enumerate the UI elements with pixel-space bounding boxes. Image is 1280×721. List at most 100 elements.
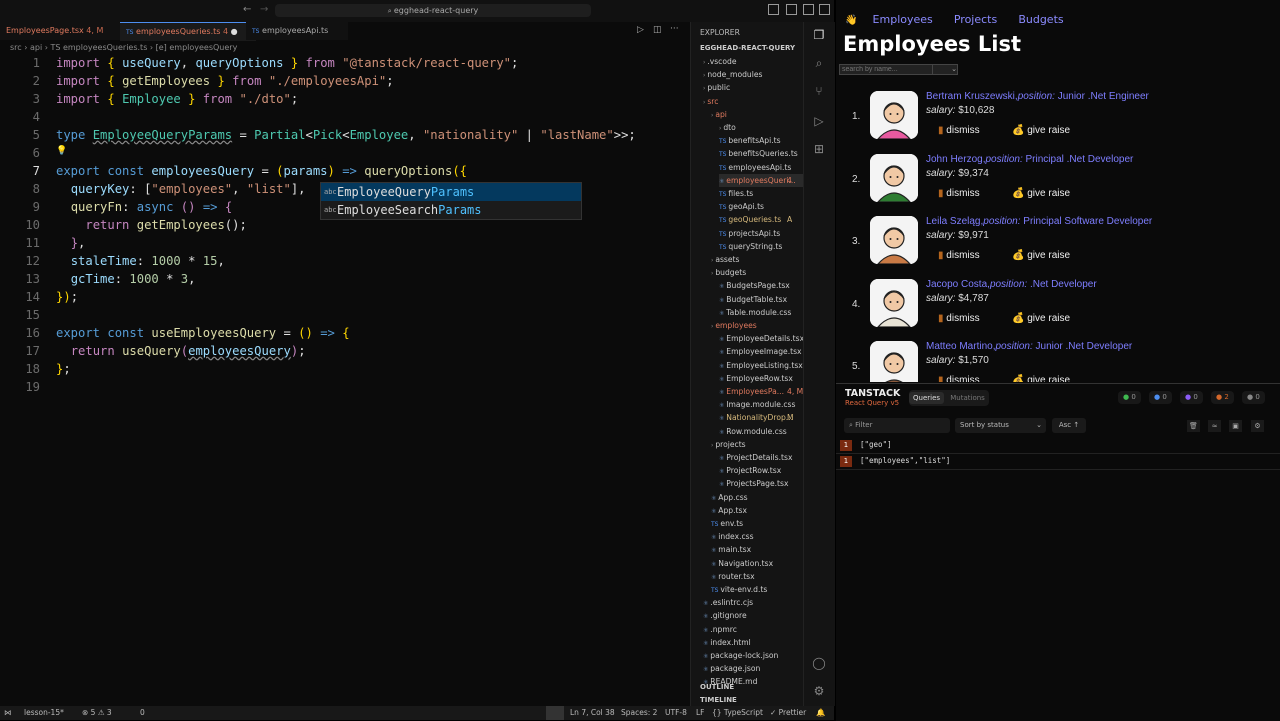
- sort-order-button[interactable]: Asc ↑: [1052, 418, 1086, 433]
- file-budgetspage-tsx[interactable]: ⚛ BudgetsPage.tsx: [719, 279, 790, 292]
- remote-icon[interactable]: ⋈: [4, 706, 12, 720]
- employee-avatar[interactable]: [870, 153, 918, 202]
- wifi-icon[interactable]: ≈: [1208, 420, 1221, 432]
- dismiss-button[interactable]: ▮ dismiss: [938, 311, 980, 327]
- filter-input[interactable]: ⌕ Filter: [844, 418, 950, 433]
- nav-projects[interactable]: Projects: [954, 13, 997, 26]
- cursor-position[interactable]: Ln 7, Col 38: [570, 706, 615, 720]
- file-index-css[interactable]: ⚛ index.css: [711, 530, 754, 543]
- file-table-module-css[interactable]: ⚛ Table.module.css: [719, 306, 791, 319]
- file--npmrc[interactable]: ⚛ .npmrc: [703, 623, 737, 636]
- split-editor-icon[interactable]: ◫: [653, 25, 662, 35]
- file-employeesqueri-[interactable]: ⚛ employeesQueri... 4: [719, 173, 815, 187]
- customize-layout-icon[interactable]: [819, 4, 830, 15]
- give-raise-button[interactable]: 💰 give raise: [1012, 311, 1070, 327]
- file-projectrow-tsx[interactable]: ⚛ ProjectRow.tsx: [719, 464, 781, 477]
- extensions-icon[interactable]: ⊞: [812, 142, 826, 156]
- explorer-icon[interactable]: ❐: [812, 28, 826, 42]
- unsaved-dot-icon[interactable]: ●: [231, 27, 238, 36]
- employee-avatar[interactable]: [870, 278, 918, 327]
- ports-count[interactable]: 0: [140, 706, 145, 720]
- file-employeedetails-tsx[interactable]: ⚛ EmployeeDetails.tsx: [719, 332, 804, 345]
- folder--vscode[interactable]: › .vscode: [703, 55, 737, 68]
- file-index-html[interactable]: ⚛ index.html: [703, 636, 751, 649]
- give-raise-button[interactable]: 💰 give raise: [1012, 248, 1070, 264]
- encoding[interactable]: UTF-8: [665, 706, 687, 720]
- tab-employees-queries[interactable]: TS employeesQueries.ts 4 ●: [120, 22, 256, 41]
- employee-name-link[interactable]: Jacopo Costa,position: .Net Developer: [926, 279, 1097, 290]
- fetching-count[interactable]: ● 0: [1149, 391, 1172, 404]
- dismiss-button[interactable]: ▮ dismiss: [938, 248, 980, 264]
- file-employeesapi-ts[interactable]: TS employeesApi.ts: [719, 161, 791, 174]
- tab-employees-page[interactable]: EmployeesPage.tsx 4, M: [0, 22, 130, 40]
- file--eslintrc-cjs[interactable]: ⚛ .eslintrc.cjs: [703, 596, 753, 609]
- suggestion-item[interactable]: abc EmployeeQueryParams: [321, 183, 581, 201]
- file-nationalitydrop-[interactable]: ⚛ NationalityDrop... M: [719, 411, 794, 424]
- file-employeespa-[interactable]: ⚛ EmployeesPa... 4, M: [719, 385, 803, 398]
- file-package-lock-json[interactable]: ⚛ package-lock.json: [703, 649, 778, 662]
- fresh-count[interactable]: ● 0: [1118, 391, 1141, 404]
- nav-budgets[interactable]: Budgets: [1018, 13, 1063, 26]
- code-editor[interactable]: 1 2 3 4 5 6 7 8 9 10 11 12 13 14 15 16 17 18 19 import { u…: [0, 56, 690, 706]
- file-employeerow-tsx[interactable]: ⚛ EmployeeRow.tsx: [719, 372, 793, 385]
- dismiss-button[interactable]: ▮ dismiss: [938, 186, 980, 202]
- indentation[interactable]: Spaces: 2: [621, 706, 657, 720]
- run-icon[interactable]: ▷: [637, 25, 644, 35]
- file-main-tsx[interactable]: ⚛ main.tsx: [711, 543, 751, 556]
- dock-position-icon[interactable]: ▣: [1229, 420, 1242, 432]
- folder-assets[interactable]: › assets: [711, 253, 739, 266]
- source-control-icon[interactable]: ⑂: [812, 84, 826, 98]
- file-employeelisting-tsx[interactable]: ⚛ EmployeeListing.tsx: [719, 359, 803, 372]
- sort-select[interactable]: Sort by status ⌄: [955, 418, 1046, 433]
- tab-queries[interactable]: Queries: [909, 392, 945, 404]
- file-app-tsx[interactable]: ⚛ App.tsx: [711, 504, 747, 517]
- run-debug-icon[interactable]: ▷: [812, 114, 826, 128]
- command-center-search[interactable]: ⌕ egghead-react-query: [275, 4, 591, 17]
- file-benefitsqueries-ts[interactable]: TS benefitsQueries.ts: [719, 147, 798, 160]
- breadcrumb[interactable]: src › api › TS employeesQueries.ts › [e]…: [10, 43, 237, 52]
- query-row[interactable]: 1 ["employees","list"]: [836, 454, 1280, 470]
- nationality-select[interactable]: ⌄: [932, 64, 958, 75]
- search-icon[interactable]: ⌕: [812, 56, 826, 70]
- folder-budgets[interactable]: › budgets: [711, 266, 746, 279]
- file-benefitsapi-ts[interactable]: TS benefitsApi.ts: [719, 134, 781, 147]
- file-navigation-tsx[interactable]: ⚛ Navigation.tsx: [711, 557, 773, 570]
- employee-name-link[interactable]: Leila Szeląg,position: Principal Softwar…: [926, 216, 1152, 227]
- inactive-count[interactable]: ● 0: [1242, 391, 1265, 404]
- tab-employees-api[interactable]: TS employeesApi.ts: [246, 22, 348, 40]
- folder-api[interactable]: › api: [711, 108, 727, 121]
- toggle-sidebar-icon[interactable]: [768, 4, 779, 15]
- devtools-brand[interactable]: TANSTACK: [845, 388, 900, 399]
- file-projectdetails-tsx[interactable]: ⚛ ProjectDetails.tsx: [719, 451, 792, 464]
- forward-arrow-icon[interactable]: →: [260, 4, 268, 15]
- file-geoqueries-ts[interactable]: TS geoQueries.ts A: [719, 213, 792, 226]
- language-mode[interactable]: {} TypeScript: [712, 706, 763, 720]
- zoom-icon[interactable]: [546, 706, 564, 720]
- suggestion-item[interactable]: abc EmployeeSearchParams: [321, 201, 581, 219]
- account-icon[interactable]: ◯: [812, 656, 826, 670]
- search-by-name-input[interactable]: [839, 64, 935, 75]
- clear-cache-icon[interactable]: 🗑: [1187, 420, 1200, 432]
- dismiss-button[interactable]: ▮ dismiss: [938, 373, 980, 382]
- file-employeeimage-tsx[interactable]: ⚛ EmployeeImage.tsx: [719, 345, 802, 358]
- employee-name-link[interactable]: John Herzog,position: Principal .Net Dev…: [926, 154, 1133, 165]
- tab-mutations[interactable]: Mutations: [946, 392, 989, 404]
- file-image-module-css[interactable]: ⚛ Image.module.css: [719, 398, 795, 411]
- notifications-icon[interactable]: 🔔: [816, 706, 825, 720]
- file-projectsapi-ts[interactable]: TS projectsApi.ts: [719, 227, 780, 240]
- folder-dto[interactable]: › dto: [719, 121, 736, 134]
- paused-count[interactable]: ● 0: [1180, 391, 1203, 404]
- lightbulb-icon[interactable]: 💡: [56, 146, 67, 156]
- employee-name-link[interactable]: Bertram Kruszewski,position: Junior .Net…: [926, 91, 1149, 102]
- file-router-tsx[interactable]: ⚛ router.tsx: [711, 570, 755, 583]
- folder-projects[interactable]: › projects: [711, 438, 746, 451]
- file-env-ts[interactable]: TS env.ts: [711, 517, 743, 530]
- folder-node-modules[interactable]: › node_modules: [703, 68, 762, 81]
- file-files-ts[interactable]: TS files.ts: [719, 187, 753, 200]
- employee-avatar[interactable]: [870, 341, 918, 382]
- employee-name-link[interactable]: Matteo Martino,position: Junior .Net Dev…: [926, 341, 1132, 352]
- file-querystring-ts[interactable]: TS queryString.ts: [719, 240, 782, 253]
- file-projectspage-tsx[interactable]: ⚛ ProjectsPage.tsx: [719, 477, 788, 490]
- autocomplete-popup[interactable]: abc EmployeeQueryParams abc EmployeeSearch…: [320, 182, 582, 220]
- folder-src[interactable]: › src: [703, 95, 718, 108]
